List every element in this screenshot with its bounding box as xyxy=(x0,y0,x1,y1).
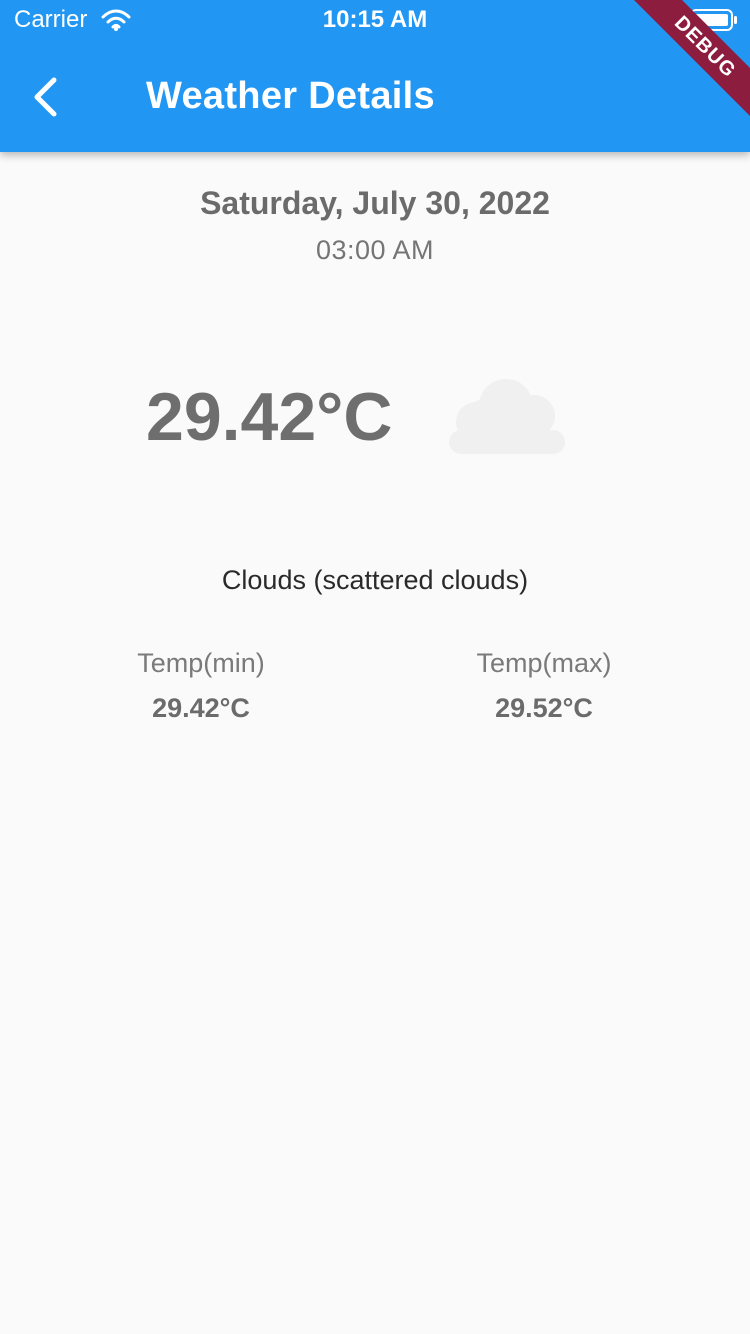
forecast-time: 03:00 AM xyxy=(315,235,435,265)
app-bar: Carrier 10:15 AM Weather Details xyxy=(0,0,750,152)
cloud-icon xyxy=(449,379,565,454)
back-button[interactable] xyxy=(20,70,70,124)
temp-min-value: 29.42°C xyxy=(152,693,250,723)
temp-max-value: 29.52°C xyxy=(495,693,593,723)
page-title: Weather Details xyxy=(146,75,435,117)
status-bar: Carrier 10:15 AM xyxy=(0,0,750,40)
forecast-date: Saturday, July 30, 2022 xyxy=(200,185,550,221)
temp-min-label: Temp(min) xyxy=(137,648,265,678)
status-time: 10:15 AM xyxy=(322,6,428,33)
weather-details-screen: Carrier 10:15 AM Weather Details DEBUG S… xyxy=(0,0,750,1334)
chevron-left-icon xyxy=(34,77,57,117)
weather-description: Clouds (scattered clouds) xyxy=(221,565,529,595)
current-temperature: 29.42°C xyxy=(146,379,393,455)
temp-max-label: Temp(max) xyxy=(476,648,612,678)
